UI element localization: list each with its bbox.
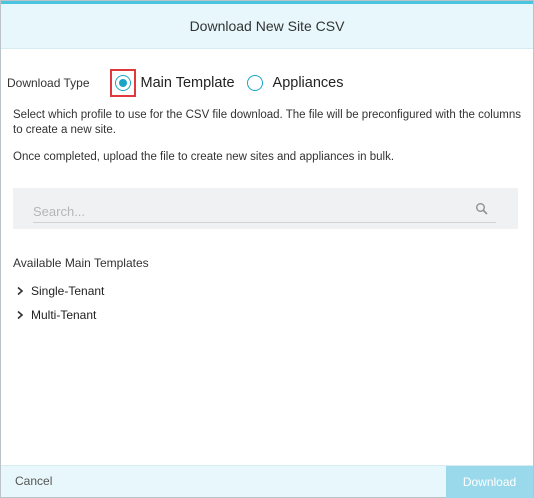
radio-option-appliances[interactable]: Appliances [246,75,344,91]
appliances-label[interactable]: Appliances [273,75,344,91]
cancel-button[interactable]: Cancel [15,474,52,488]
tree-item-label: Single-Tenant [31,284,105,298]
download-type-row: Download Type Main Template Appliances [7,68,343,98]
search-icon[interactable] [475,202,489,216]
download-csv-dialog: Download New Site CSV Download Type Main… [0,0,534,498]
search-container [13,188,518,229]
download-button[interactable]: Download [446,466,533,498]
main-template-label[interactable]: Main Template [141,75,235,91]
available-templates-heading: Available Main Templates [13,256,149,270]
description-text: Select which profile to use for the CSV … [13,109,521,136]
tree-item-label: Multi-Tenant [31,308,97,322]
upload-instructions-text: Once completed, upload the file to creat… [13,151,395,163]
radio-option-main-template[interactable]: Main Template [109,69,235,97]
tree-item-multi-tenant[interactable]: Multi-Tenant [15,308,96,322]
dialog-header: Download New Site CSV [1,4,533,49]
chevron-right-icon [17,286,24,296]
search-input[interactable] [33,200,496,223]
radio-highlight-box [109,69,136,97]
appliances-radio[interactable] [246,75,263,91]
download-type-label: Download Type [7,76,90,90]
tree-item-single-tenant[interactable]: Single-Tenant [15,284,104,298]
dialog-title: Download New Site CSV [189,18,345,34]
dialog-footer: Cancel Download [1,465,533,498]
main-template-radio[interactable] [114,75,131,91]
chevron-right-icon [17,310,24,320]
